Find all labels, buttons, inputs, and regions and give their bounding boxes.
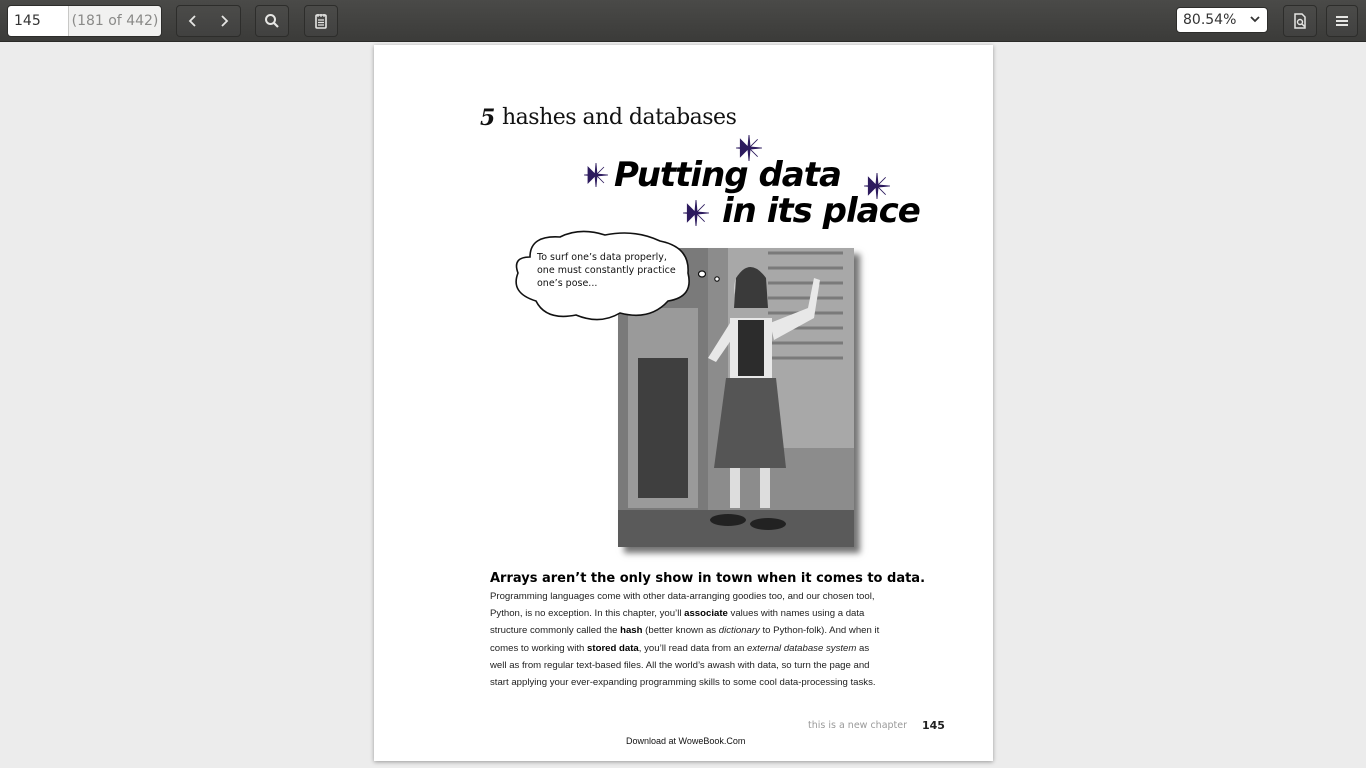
annotations-button[interactable] — [304, 5, 338, 37]
sparkle-icon — [584, 163, 608, 187]
toolbar: (181 of 442) 80.54% — [0, 0, 1366, 42]
menu-button[interactable] — [1326, 5, 1358, 37]
page-number-box: (181 of 442) — [7, 5, 162, 37]
zoom-value: 80.54% — [1183, 12, 1237, 28]
chapter-title: hashes and databases — [502, 105, 737, 130]
menu-icon — [1335, 14, 1349, 28]
download-credit: Download at WoweBook.Com — [626, 736, 746, 746]
chevron-right-icon — [217, 14, 231, 28]
notes-icon — [313, 13, 329, 29]
previous-page-button[interactable] — [177, 6, 209, 36]
body-bold: hash — [620, 625, 643, 637]
chevron-left-icon — [186, 14, 200, 28]
body-text: , you’ll read data from an — [638, 642, 748, 654]
pdf-page: 5 hashes and databases Putting data in i… — [374, 45, 993, 761]
body-bold: stored data — [587, 642, 639, 654]
thought-bubble-text: To surf one’s data properly, one must co… — [537, 252, 676, 289]
body-bold: associate — [684, 608, 728, 620]
search-icon — [264, 13, 280, 29]
thought-dots — [698, 270, 720, 282]
chapter-heading-line-2: in its place — [722, 191, 921, 231]
chevron-down-icon — [1249, 13, 1261, 29]
footer-note: this is a new chapter — [808, 720, 908, 731]
page-number-input[interactable] — [8, 6, 68, 36]
page-nav-group — [176, 5, 241, 37]
body-italic: dictionary — [718, 625, 760, 637]
document-properties-icon — [1292, 13, 1308, 29]
body-paragraph: Programming languages come with other da… — [490, 588, 885, 691]
search-button[interactable] — [255, 5, 289, 37]
chapter-number: 5 — [480, 105, 496, 131]
body-italic: external database system — [747, 642, 857, 654]
document-properties-button[interactable] — [1283, 5, 1317, 37]
section-heading: Arrays aren’t the only show in town when… — [490, 571, 926, 586]
body-text: (better known as — [642, 625, 719, 637]
footer-page-number: 145 — [922, 719, 945, 732]
next-page-button[interactable] — [209, 6, 241, 36]
chapter-heading-line-1: Putting data — [614, 155, 842, 195]
page-count-label: (181 of 442) — [68, 6, 161, 36]
sparkle-icon — [683, 200, 709, 226]
zoom-select[interactable]: 80.54% — [1176, 7, 1268, 33]
